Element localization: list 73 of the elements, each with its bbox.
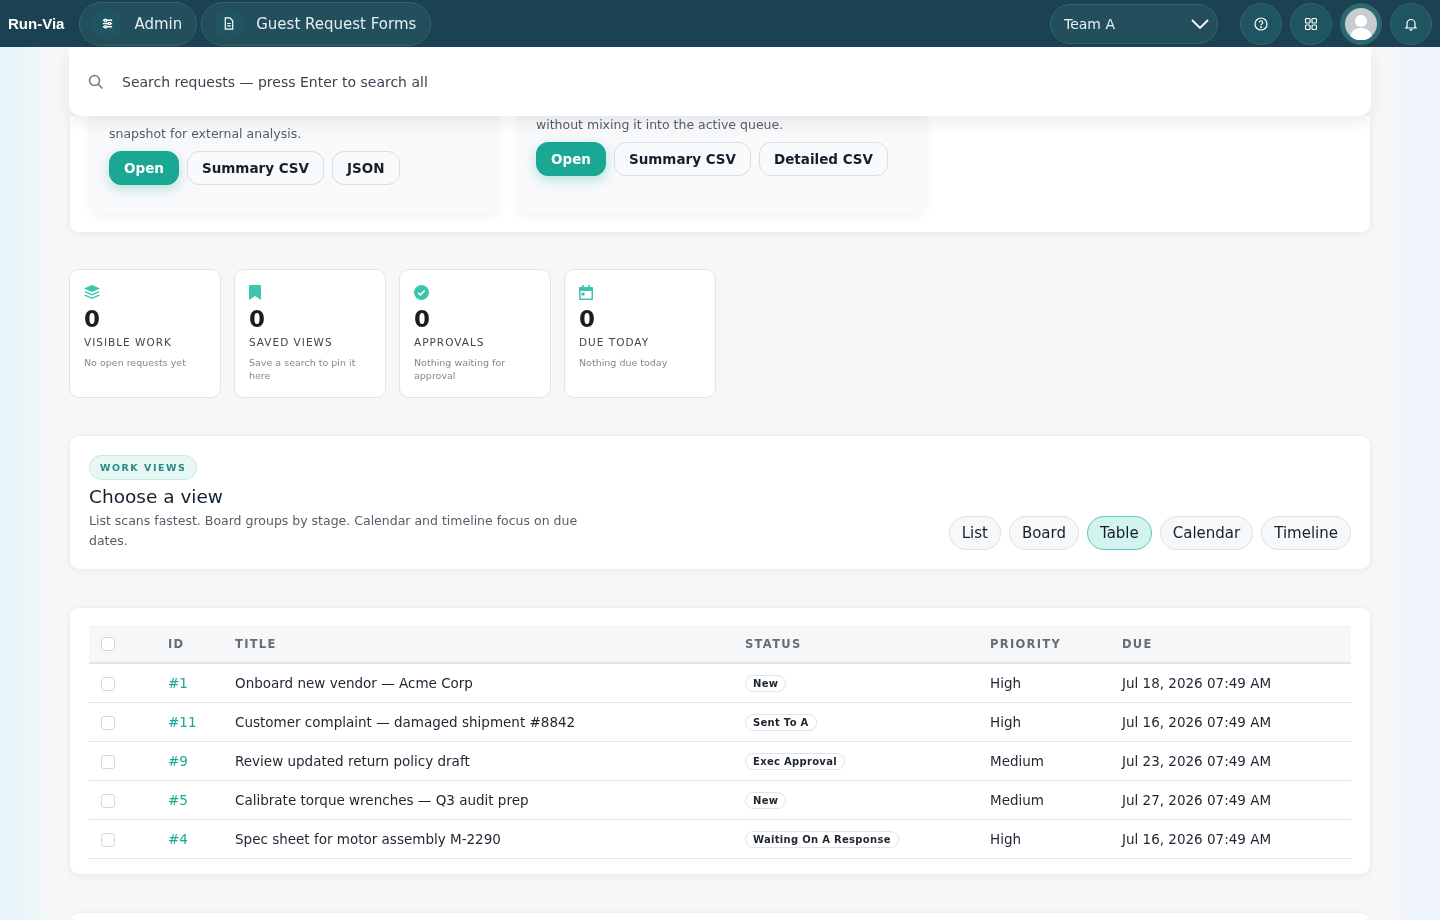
- stat-label: VISIBLE WORK: [84, 336, 172, 348]
- row-checkbox[interactable]: [101, 755, 115, 769]
- grid-icon: [1304, 16, 1318, 31]
- request-title: Customer complaint — damaged shipment #8842: [235, 714, 576, 730]
- view-tab[interactable]: Board: [1008, 516, 1079, 550]
- stat-hint: Nothing waiting for approval: [414, 356, 507, 382]
- stat-hint: Nothing due today: [579, 356, 668, 369]
- priority-text: High: [990, 831, 1022, 847]
- avatar-silhouette-icon: [1345, 7, 1377, 40]
- avatar-button[interactable]: [1340, 2, 1382, 45]
- export-button[interactable]: JSON: [332, 151, 400, 185]
- document-icon: [223, 17, 236, 30]
- export-button[interactable]: Summary CSV: [186, 151, 324, 185]
- view-tab[interactable]: Timeline: [1261, 516, 1351, 550]
- select-all-checkbox[interactable]: [101, 636, 115, 651]
- column-header: STATUS: [745, 636, 802, 651]
- section-description: List scans fastest. Board groups by stage. Calendar and timeline focus on due dates.: [89, 512, 579, 550]
- apps-button[interactable]: [1290, 2, 1332, 45]
- due-date: Jul 23, 2026 07:49 AM: [1122, 753, 1272, 769]
- column-header: DUE: [1122, 636, 1153, 651]
- sliders-icon: [100, 17, 114, 30]
- priority-text: High: [990, 714, 1022, 730]
- request-title: Calibrate torque wrenches — Q3 audit prep: [235, 792, 529, 808]
- brand-name: Run-Via: [8, 15, 65, 32]
- card-description: without mixing it into the active queue.: [536, 117, 785, 132]
- stat-hint: Save a search to pin it here: [249, 356, 357, 382]
- nav-pill[interactable]: Admin: [79, 1, 198, 46]
- bookmark-icon: [249, 285, 261, 300]
- view-tab[interactable]: Table: [1086, 516, 1152, 550]
- export-button[interactable]: Summary CSV: [613, 142, 751, 176]
- priority-text: High: [990, 675, 1022, 691]
- stat-label: DUE TODAY: [579, 336, 650, 348]
- view-tab[interactable]: Calendar: [1159, 516, 1254, 550]
- chevron-down-icon: [1191, 18, 1209, 29]
- due-date: Jul 16, 2026 07:49 AM: [1122, 714, 1272, 730]
- stat-label: APPROVALS: [414, 336, 485, 348]
- priority-text: Medium: [990, 792, 1044, 808]
- column-header: ID: [168, 636, 185, 651]
- search-icon: [88, 73, 104, 90]
- row-checkbox[interactable]: [101, 833, 115, 847]
- notifications-button[interactable]: [1390, 2, 1432, 45]
- view-tab[interactable]: List: [948, 516, 1001, 550]
- card-description: snapshot for external analysis.: [109, 126, 303, 141]
- priority-text: Medium: [990, 753, 1044, 769]
- request-title: Spec sheet for motor assembly M-2290: [235, 831, 501, 847]
- nav-pill[interactable]: Guest Request Forms: [201, 1, 432, 46]
- bell-icon: [1404, 16, 1418, 31]
- section-title: Choose a view: [89, 486, 224, 507]
- row-checkbox[interactable]: [101, 794, 115, 808]
- help-button[interactable]: [1240, 2, 1282, 45]
- export-button[interactable]: Detailed CSV: [759, 142, 889, 176]
- due-date: Jul 16, 2026 07:49 AM: [1122, 831, 1272, 847]
- stat-value: 0: [249, 305, 265, 334]
- row-checkbox[interactable]: [101, 677, 115, 691]
- column-header: TITLE: [235, 636, 277, 651]
- due-date: Jul 27, 2026 07:49 AM: [1122, 792, 1272, 808]
- stat-value: 0: [84, 305, 100, 334]
- check-circle-icon: [414, 285, 429, 300]
- stat-hint: No open requests yet: [84, 356, 186, 369]
- team-select[interactable]: Team A: [1050, 3, 1218, 44]
- calendar-icon: [579, 285, 593, 300]
- section-badge: WORK VIEWS: [89, 455, 198, 480]
- stat-label: SAVED VIEWS: [249, 336, 333, 348]
- request-title: Review updated return policy draft: [235, 753, 470, 769]
- due-date: Jul 18, 2026 07:49 AM: [1122, 675, 1272, 691]
- help-icon: [1254, 16, 1268, 31]
- request-title: Onboard new vendor — Acme Corp: [235, 675, 473, 691]
- stat-value: 0: [579, 305, 595, 334]
- layers-icon: [84, 285, 100, 300]
- column-header: PRIORITY: [990, 636, 1062, 651]
- stat-value: 0: [414, 305, 430, 334]
- search-field[interactable]: Search requests — press Enter to search all: [120, 72, 1352, 91]
- row-checkbox[interactable]: [101, 716, 115, 730]
